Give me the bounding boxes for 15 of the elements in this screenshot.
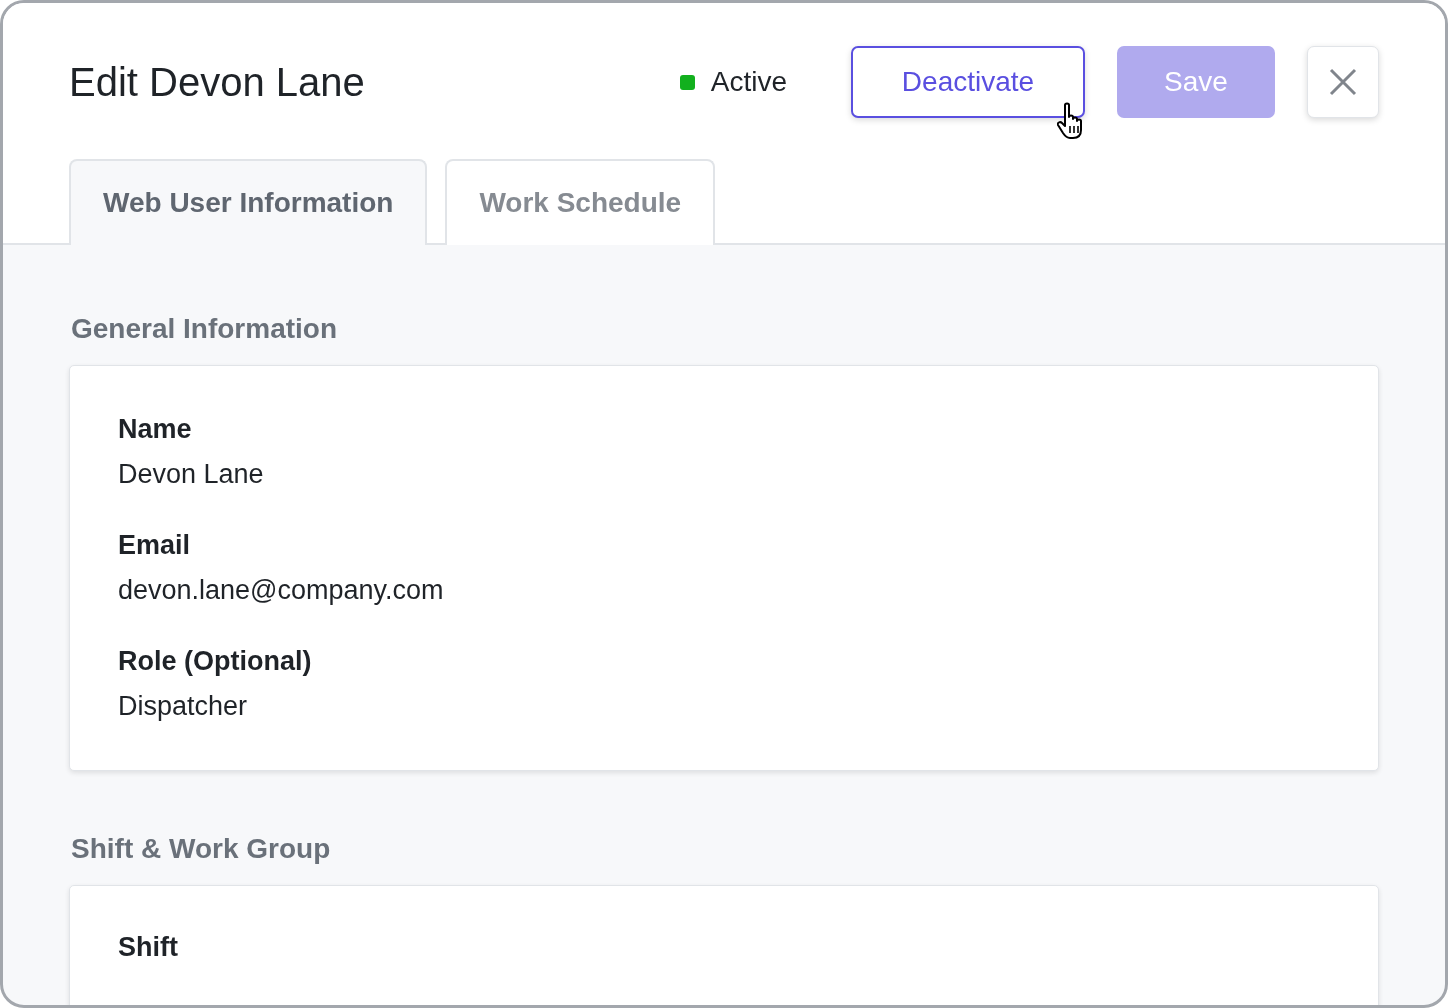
close-button[interactable] [1307,46,1379,118]
dialog-title: Edit Devon Lane [69,59,366,105]
field-value: devon.lane@company.com [118,575,445,606]
field-label: Shift [118,932,179,963]
field-label: Name [118,414,193,445]
section-title: Shift & Work Group [71,833,332,865]
field-value: Dispatcher [118,691,249,722]
field-value: Devon Lane [118,459,265,490]
tab[interactable]: Web User Information [69,159,428,245]
section-title: General Information [71,313,339,345]
tab[interactable]: Work Schedule [445,159,716,245]
status-label: Active [710,66,787,98]
field-label: Email [118,530,192,561]
close-icon [1329,68,1357,96]
field-label: Role (Optional) [118,646,313,677]
